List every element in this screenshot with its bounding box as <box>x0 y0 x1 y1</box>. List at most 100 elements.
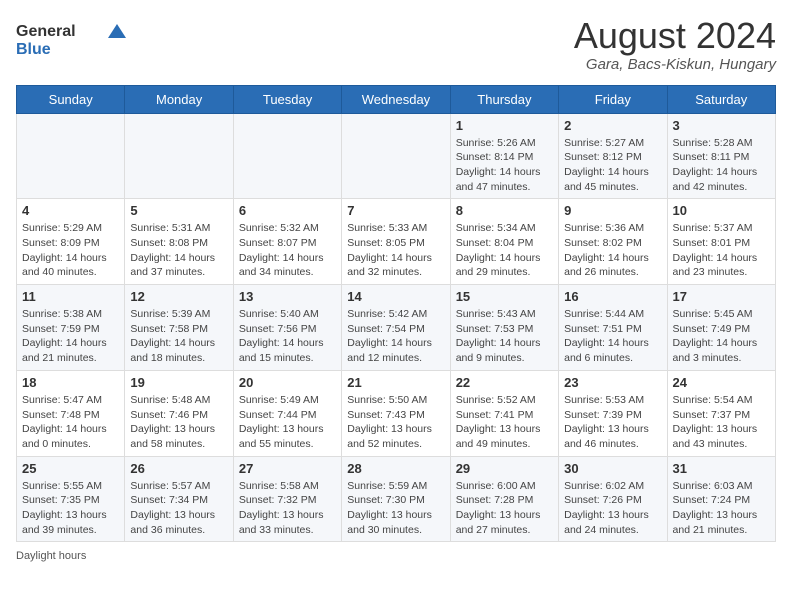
day-of-week-header: Sunday <box>17 85 125 113</box>
day-of-week-header: Monday <box>125 85 233 113</box>
calendar-cell: 15 Sunrise: 5:43 AM Sunset: 7:53 PM Dayli… <box>450 285 558 371</box>
day-info: Sunrise: 5:28 AM Sunset: 8:11 PM Dayligh… <box>673 136 770 195</box>
calendar-cell: 19 Sunrise: 5:48 AM Sunset: 7:46 PM Dayli… <box>125 370 233 456</box>
day-number: 28 <box>347 461 444 476</box>
logo-svg: General Blue <box>16 16 126 61</box>
calendar-cell: 25 Sunrise: 5:55 AM Sunset: 7:35 PM Dayli… <box>17 456 125 542</box>
logo: General Blue <box>16 16 126 61</box>
day-info: Sunrise: 5:26 AM Sunset: 8:14 PM Dayligh… <box>456 136 553 195</box>
calendar-cell: 3 Sunrise: 5:28 AM Sunset: 8:11 PM Daylig… <box>667 113 775 199</box>
day-of-week-header: Wednesday <box>342 85 450 113</box>
day-info: Sunrise: 5:58 AM Sunset: 7:32 PM Dayligh… <box>239 479 336 538</box>
day-number: 11 <box>22 289 119 304</box>
day-info: Sunrise: 5:31 AM Sunset: 8:08 PM Dayligh… <box>130 221 227 280</box>
calendar-cell: 27 Sunrise: 5:58 AM Sunset: 7:32 PM Dayli… <box>233 456 341 542</box>
day-info: Sunrise: 6:03 AM Sunset: 7:24 PM Dayligh… <box>673 479 770 538</box>
day-number: 5 <box>130 203 227 218</box>
title-area: August 2024 Gara, Bacs-Kiskun, Hungary <box>574 16 776 73</box>
day-number: 10 <box>673 203 770 218</box>
svg-text:General: General <box>16 23 76 40</box>
calendar-cell: 21Sunrise: 5:50 AM Sunset: 7:43 PM Dayli… <box>342 370 450 456</box>
day-info: Sunrise: 5:42 AM Sunset: 7:54 PM Dayligh… <box>347 307 444 366</box>
calendar-cell: 20 Sunrise: 5:49 AM Sunset: 7:44 PM Dayli… <box>233 370 341 456</box>
day-number: 26 <box>130 461 227 476</box>
calendar-cell: 18Sunrise: 5:47 AM Sunset: 7:48 PM Dayli… <box>17 370 125 456</box>
day-number: 25 <box>22 461 119 476</box>
calendar-cell: 17 Sunrise: 5:45 AM Sunset: 7:49 PM Dayli… <box>667 285 775 371</box>
calendar-table: SundayMondayTuesdayWednesdayThursdayFrid… <box>16 85 776 543</box>
calendar-cell: 14 Sunrise: 5:42 AM Sunset: 7:54 PM Dayli… <box>342 285 450 371</box>
day-number: 20 <box>239 375 336 390</box>
calendar-cell <box>342 113 450 199</box>
calendar-cell: 6 Sunrise: 5:32 AM Sunset: 8:07 PM Daylig… <box>233 199 341 285</box>
day-number: 23 <box>564 375 661 390</box>
day-info: Sunrise: 5:32 AM Sunset: 8:07 PM Dayligh… <box>239 221 336 280</box>
day-number: 17 <box>673 289 770 304</box>
calendar-cell: 2 Sunrise: 5:27 AM Sunset: 8:12 PM Daylig… <box>559 113 667 199</box>
day-info: Sunrise: 5:54 AM Sunset: 7:37 PM Dayligh… <box>673 393 770 452</box>
day-info: Sunrise: 5:39 AM Sunset: 7:58 PM Dayligh… <box>130 307 227 366</box>
day-number: 6 <box>239 203 336 218</box>
day-info: Sunrise: 5:38 AM Sunset: 7:59 PM Dayligh… <box>22 307 119 366</box>
day-number: 2 <box>564 118 661 133</box>
day-of-week-header: Thursday <box>450 85 558 113</box>
day-info: Sunrise: 5:27 AM Sunset: 8:12 PM Dayligh… <box>564 136 661 195</box>
day-number: 14 <box>347 289 444 304</box>
day-number: 29 <box>456 461 553 476</box>
calendar-cell: 1Sunrise: 5:26 AM Sunset: 8:14 PM Daylig… <box>450 113 558 199</box>
calendar-cell: 16 Sunrise: 5:44 AM Sunset: 7:51 PM Dayli… <box>559 285 667 371</box>
calendar-cell: 13 Sunrise: 5:40 AM Sunset: 7:56 PM Dayli… <box>233 285 341 371</box>
day-of-week-header: Friday <box>559 85 667 113</box>
calendar-cell: 30 Sunrise: 6:02 AM Sunset: 7:26 PM Dayli… <box>559 456 667 542</box>
day-number: 12 <box>130 289 227 304</box>
calendar-cell: 7 Sunrise: 5:33 AM Sunset: 8:05 PM Daylig… <box>342 199 450 285</box>
day-number: 27 <box>239 461 336 476</box>
day-number: 7 <box>347 203 444 218</box>
location-subtitle: Gara, Bacs-Kiskun, Hungary <box>574 56 776 73</box>
day-info: Sunrise: 6:00 AM Sunset: 7:28 PM Dayligh… <box>456 479 553 538</box>
day-info: Sunrise: 5:40 AM Sunset: 7:56 PM Dayligh… <box>239 307 336 366</box>
calendar-cell: 5 Sunrise: 5:31 AM Sunset: 8:08 PM Daylig… <box>125 199 233 285</box>
day-info: Sunrise: 5:55 AM Sunset: 7:35 PM Dayligh… <box>22 479 119 538</box>
day-number: 21 <box>347 375 444 390</box>
day-info: Sunrise: 5:44 AM Sunset: 7:51 PM Dayligh… <box>564 307 661 366</box>
day-info: Sunrise: 5:36 AM Sunset: 8:02 PM Dayligh… <box>564 221 661 280</box>
calendar-cell: 23Sunrise: 5:53 AM Sunset: 7:39 PM Dayli… <box>559 370 667 456</box>
calendar-cell: 24 Sunrise: 5:54 AM Sunset: 7:37 PM Dayli… <box>667 370 775 456</box>
day-number: 19 <box>130 375 227 390</box>
day-info: Sunrise: 5:37 AM Sunset: 8:01 PM Dayligh… <box>673 221 770 280</box>
day-number: 13 <box>239 289 336 304</box>
day-number: 3 <box>673 118 770 133</box>
day-number: 15 <box>456 289 553 304</box>
page-header: General Blue August 2024 Gara, Bacs-Kisk… <box>16 16 776 73</box>
calendar-cell: 29 Sunrise: 6:00 AM Sunset: 7:28 PM Dayli… <box>450 456 558 542</box>
calendar-cell <box>17 113 125 199</box>
calendar-cell: 4 Sunrise: 5:29 AM Sunset: 8:09 PM Daylig… <box>17 199 125 285</box>
day-info: Sunrise: 5:59 AM Sunset: 7:30 PM Dayligh… <box>347 479 444 538</box>
day-info: Sunrise: 5:34 AM Sunset: 8:04 PM Dayligh… <box>456 221 553 280</box>
day-of-week-header: Tuesday <box>233 85 341 113</box>
day-info: Sunrise: 5:47 AM Sunset: 7:48 PM Dayligh… <box>22 393 119 452</box>
day-number: 22 <box>456 375 553 390</box>
calendar-cell <box>125 113 233 199</box>
day-info: Sunrise: 5:48 AM Sunset: 7:46 PM Dayligh… <box>130 393 227 452</box>
month-year-title: August 2024 <box>574 16 776 56</box>
day-number: 30 <box>564 461 661 476</box>
legend: Daylight hours <box>16 550 776 562</box>
day-number: 16 <box>564 289 661 304</box>
day-info: Sunrise: 5:33 AM Sunset: 8:05 PM Dayligh… <box>347 221 444 280</box>
day-number: 31 <box>673 461 770 476</box>
day-info: Sunrise: 5:43 AM Sunset: 7:53 PM Dayligh… <box>456 307 553 366</box>
day-of-week-header: Saturday <box>667 85 775 113</box>
calendar-cell: 28 Sunrise: 5:59 AM Sunset: 7:30 PM Dayli… <box>342 456 450 542</box>
calendar-cell: 9Sunrise: 5:36 AM Sunset: 8:02 PM Daylig… <box>559 199 667 285</box>
day-info: Sunrise: 6:02 AM Sunset: 7:26 PM Dayligh… <box>564 479 661 538</box>
day-number: 8 <box>456 203 553 218</box>
day-info: Sunrise: 5:45 AM Sunset: 7:49 PM Dayligh… <box>673 307 770 366</box>
day-number: 24 <box>673 375 770 390</box>
day-number: 4 <box>22 203 119 218</box>
day-info: Sunrise: 5:49 AM Sunset: 7:44 PM Dayligh… <box>239 393 336 452</box>
day-info: Sunrise: 5:29 AM Sunset: 8:09 PM Dayligh… <box>22 221 119 280</box>
day-info: Sunrise: 5:52 AM Sunset: 7:41 PM Dayligh… <box>456 393 553 452</box>
calendar-cell: 26Sunrise: 5:57 AM Sunset: 7:34 PM Dayli… <box>125 456 233 542</box>
